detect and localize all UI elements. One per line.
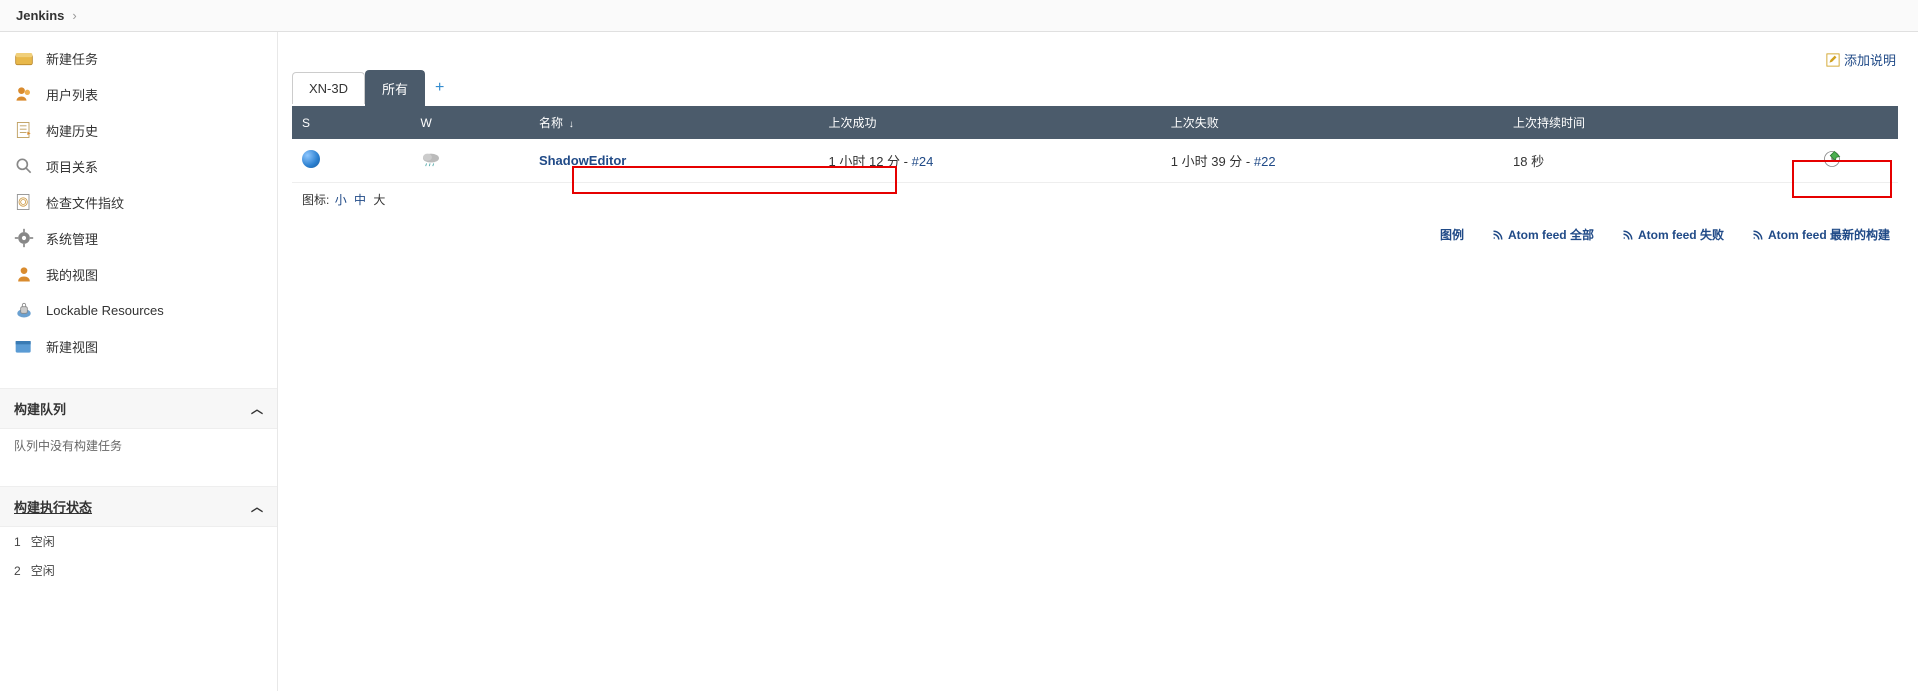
add-view-button[interactable]: + <box>425 73 454 103</box>
executor-state: 空闲 <box>31 564 55 578</box>
col-header-weather[interactable]: W <box>410 106 528 139</box>
new-view-icon <box>14 336 34 356</box>
schedule-build-icon[interactable] <box>1822 149 1842 169</box>
add-description-label: 添加说明 <box>1844 50 1896 69</box>
executor-state: 空闲 <box>31 535 55 549</box>
footer-links: 图例 Atom feed 全部 Atom feed 失败 Atom feed 最… <box>292 216 1898 243</box>
add-description-link[interactable]: 添加说明 <box>1826 50 1896 69</box>
atom-feed-fail-link[interactable]: Atom feed 失败 <box>1622 226 1724 243</box>
executor-title[interactable]: 构建执行状态 <box>14 497 92 516</box>
breadcrumb-bar: Jenkins › <box>0 0 1918 32</box>
lock-icon <box>14 300 34 320</box>
sidebar-item-fingerprint[interactable]: 检查文件指纹 <box>0 184 277 220</box>
breadcrumb-separator: › <box>72 8 76 23</box>
legend-link[interactable]: 图例 <box>1440 226 1464 243</box>
last-ok-build-link[interactable]: #24 <box>912 154 934 169</box>
job-name-link[interactable]: ShadowEditor <box>539 153 626 168</box>
sidebar-item-label: 新建任务 <box>46 49 98 68</box>
breadcrumb-root[interactable]: Jenkins <box>16 8 64 23</box>
atom-feed-latest-link[interactable]: Atom feed 最新的构建 <box>1752 226 1890 243</box>
sidebar-item-lockable[interactable]: Lockable Resources <box>0 292 277 328</box>
rss-icon <box>1622 229 1634 241</box>
rss-icon <box>1752 229 1764 241</box>
last-fail-text: 1 小时 39 分 - <box>1171 154 1254 169</box>
sidebar-item-people[interactable]: 用户列表 <box>0 76 277 112</box>
sidebar-item-manage[interactable]: 系统管理 <box>0 220 277 256</box>
sidebar-item-label: Lockable Resources <box>46 303 164 318</box>
duration-text: 18 秒 <box>1513 154 1544 169</box>
sidebar-item-label: 我的视图 <box>46 265 98 284</box>
main-panel: 添加说明 XN-3D 所有 + S W 名称 ↓ 上次成功 上次失败 上次持续时… <box>278 32 1918 691</box>
sidebar-item-label: 构建历史 <box>46 121 98 140</box>
col-header-name[interactable]: 名称 ↓ <box>529 106 819 139</box>
sidebar-item-relation[interactable]: 项目关系 <box>0 148 277 184</box>
chevron-up-icon: ︿ <box>251 400 263 417</box>
icon-size-small[interactable]: 小 <box>335 193 347 207</box>
tab-all[interactable]: 所有 <box>365 70 425 106</box>
new-item-icon <box>14 48 34 68</box>
icon-size-medium[interactable]: 中 <box>354 193 366 207</box>
sort-down-icon: ↓ <box>566 119 574 130</box>
sidebar-item-label: 系统管理 <box>46 229 98 248</box>
sidebar-item-history[interactable]: 构建历史 <box>0 112 277 148</box>
executor-num: 2 <box>14 564 21 578</box>
queue-empty-text: 队列中没有构建任务 <box>0 429 277 462</box>
executor-row: 2 空闲 <box>0 556 277 585</box>
col-header-last-fail[interactable]: 上次失败 <box>1161 106 1503 139</box>
sidebar-item-label: 检查文件指纹 <box>46 193 124 212</box>
col-header-duration[interactable]: 上次持续时间 <box>1503 106 1766 139</box>
icon-size-large[interactable]: 大 <box>373 193 385 207</box>
icon-size-selector: 图标: 小 中 大 <box>292 183 1898 216</box>
queue-title: 构建队列 <box>14 399 66 418</box>
fingerprint-icon <box>14 192 34 212</box>
sidebar-item-my-views[interactable]: 我的视图 <box>0 256 277 292</box>
queue-pane-header[interactable]: 构建队列 ︿ <box>0 388 277 429</box>
last-ok-text: 1 小时 12 分 - <box>829 154 912 169</box>
view-tabs: XN-3D 所有 + <box>292 70 1898 106</box>
search-icon <box>14 156 34 176</box>
table-row: ShadowEditor 1 小时 12 分 - #24 1 小时 39 分 -… <box>292 139 1898 183</box>
last-fail-build-link[interactable]: #22 <box>1254 154 1276 169</box>
executor-pane-header[interactable]: 构建执行状态 ︿ <box>0 486 277 527</box>
tab-xn-3d[interactable]: XN-3D <box>292 72 365 104</box>
col-header-status[interactable]: S <box>292 106 410 139</box>
sidebar-item-new-job[interactable]: 新建任务 <box>0 40 277 76</box>
weather-cloudy-rain-icon[interactable] <box>420 151 442 167</box>
people-icon <box>14 84 34 104</box>
sidebar-item-label: 项目关系 <box>46 157 98 176</box>
sidebar-item-label: 新建视图 <box>46 337 98 356</box>
col-header-action <box>1766 106 1898 139</box>
icon-size-label: 图标: <box>302 193 329 207</box>
jobs-table: S W 名称 ↓ 上次成功 上次失败 上次持续时间 <box>292 106 1898 183</box>
atom-feed-all-link[interactable]: Atom feed 全部 <box>1492 226 1594 243</box>
col-header-last-ok[interactable]: 上次成功 <box>819 106 1161 139</box>
my-views-icon <box>14 264 34 284</box>
sidebar: 新建任务 用户列表 构建历史 项目关系 <box>0 32 278 691</box>
executor-row: 1 空闲 <box>0 527 277 556</box>
rss-icon <box>1492 229 1504 241</box>
history-icon <box>14 120 34 140</box>
sidebar-item-label: 用户列表 <box>46 85 98 104</box>
chevron-up-icon: ︿ <box>251 498 263 515</box>
executor-num: 1 <box>14 535 21 549</box>
pencil-icon <box>1826 53 1840 67</box>
status-ball-blue-icon[interactable] <box>302 150 320 168</box>
gear-icon <box>14 228 34 248</box>
sidebar-item-new-view[interactable]: 新建视图 <box>0 328 277 364</box>
